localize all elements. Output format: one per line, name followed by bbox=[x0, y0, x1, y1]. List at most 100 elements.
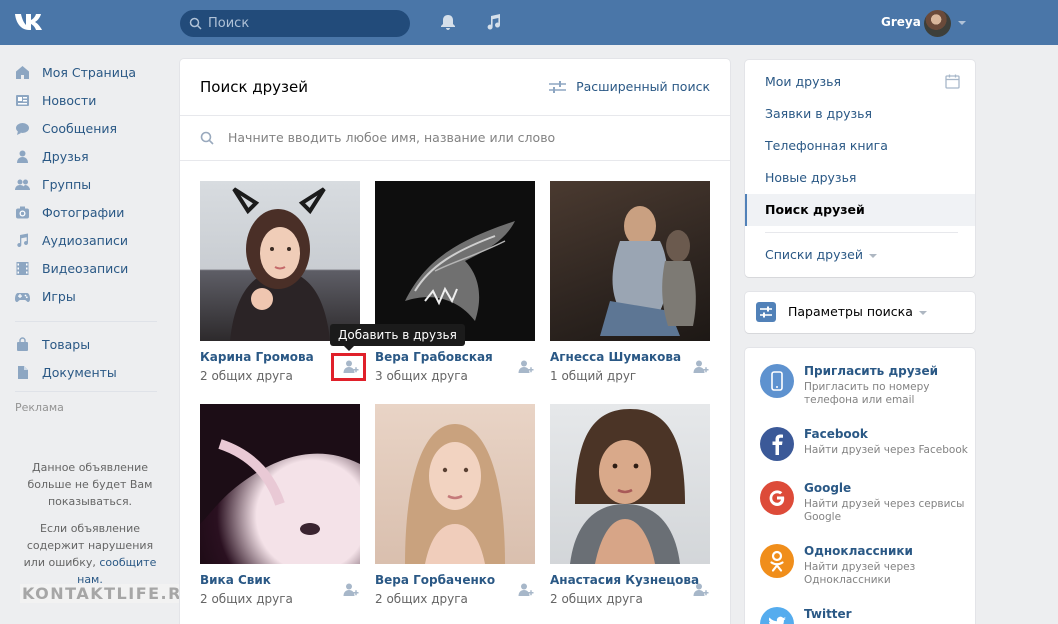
nav-label: Друзья bbox=[42, 149, 89, 164]
menu-friend-lists[interactable]: Списки друзей bbox=[765, 247, 877, 262]
friend-search-placeholder: Начните вводить любое имя, название или … bbox=[228, 130, 556, 145]
invite-friends-item[interactable]: Пригласить друзей Пригласить по номеру т… bbox=[760, 364, 970, 406]
nav-item-goods[interactable]: Товары bbox=[0, 330, 170, 358]
add-friend-icon[interactable] bbox=[518, 582, 534, 598]
nav-item-video[interactable]: Видеозаписи bbox=[0, 254, 170, 282]
mutual-friends[interactable]: 2 общих друга bbox=[550, 592, 643, 606]
nav-label: Видеозаписи bbox=[42, 261, 129, 276]
person-name[interactable]: Агнесса Шумакова bbox=[550, 350, 681, 364]
user-avatar[interactable] bbox=[924, 10, 951, 37]
mutual-friends[interactable]: 2 общих друга bbox=[375, 592, 468, 606]
ad-hidden-notice: Данное объявление больше не будет Вам по… bbox=[27, 461, 153, 508]
home-icon bbox=[16, 66, 29, 79]
user-name[interactable]: Greya bbox=[881, 15, 921, 29]
mutual-friends[interactable]: 1 общий друг bbox=[550, 369, 636, 383]
page-title: Поиск друзей bbox=[200, 78, 309, 96]
nav-item-friends[interactable]: Друзья bbox=[0, 142, 170, 170]
header-search-placeholder: Поиск bbox=[208, 16, 250, 31]
person-name[interactable]: Вера Грабовская bbox=[375, 350, 493, 364]
mutual-friends[interactable]: 2 общих друга bbox=[200, 592, 293, 606]
person-photo[interactable] bbox=[200, 181, 360, 341]
search-params-label: Параметры поиска bbox=[788, 304, 927, 319]
invite-title: Google bbox=[804, 481, 852, 495]
nav-item-documents[interactable]: Документы bbox=[0, 358, 170, 386]
mutual-friends[interactable]: 2 общих друга bbox=[200, 369, 293, 383]
person-photo[interactable] bbox=[550, 404, 710, 564]
import-friends-panel: Пригласить друзей Пригласить по номеру т… bbox=[745, 348, 975, 624]
person-card: Карина Громова 2 общих друга bbox=[200, 181, 360, 383]
person-name[interactable]: Вика Свик bbox=[200, 573, 271, 587]
menu-divider bbox=[765, 232, 958, 233]
add-friend-icon[interactable] bbox=[343, 582, 359, 598]
add-friend-icon[interactable] bbox=[518, 359, 534, 375]
person-name[interactable]: Карина Громова bbox=[200, 350, 314, 364]
twitter-item[interactable]: Twitter bbox=[760, 607, 970, 624]
nav-item-messages[interactable]: Сообщения bbox=[0, 114, 170, 142]
odnoklassniki-icon bbox=[760, 544, 794, 578]
nav-label: Сообщения bbox=[42, 121, 118, 136]
invite-title: Facebook bbox=[804, 427, 868, 441]
add-friend-icon[interactable] bbox=[693, 359, 709, 375]
mutual-friends[interactable]: 3 общих друга bbox=[375, 369, 468, 383]
nav-label: Моя Страница bbox=[42, 65, 136, 80]
menu-my-friends[interactable]: Мои друзья bbox=[765, 74, 841, 89]
friends-menu: Мои друзья Заявки в друзья Телефонная кн… bbox=[745, 60, 975, 277]
nav-label: Новости bbox=[42, 93, 97, 108]
advanced-search-button[interactable]: Расширенный поиск bbox=[549, 79, 710, 94]
nav-item-games[interactable]: Игры bbox=[0, 282, 170, 310]
top-bar: Поиск Greya bbox=[0, 0, 1058, 45]
person-card: Вера Горбаченко 2 общих друга bbox=[375, 404, 535, 606]
invite-subtitle: Найти друзей через Одноклассники bbox=[804, 561, 916, 586]
groups-icon bbox=[15, 179, 30, 190]
bell-icon[interactable] bbox=[439, 13, 457, 31]
person-photo[interactable] bbox=[200, 404, 360, 564]
camera-icon bbox=[16, 206, 29, 219]
add-friend-icon[interactable] bbox=[693, 582, 709, 598]
person-name[interactable]: Анастасия Кузнецова bbox=[550, 573, 699, 587]
nav-item-news[interactable]: Новости bbox=[0, 86, 170, 114]
search-icon bbox=[200, 131, 214, 145]
messages-icon bbox=[16, 123, 29, 135]
person-card: Вера Грабовская 3 общих друга bbox=[375, 181, 535, 383]
friends-icon bbox=[17, 150, 28, 163]
invite-title: Одноклассники bbox=[804, 544, 913, 558]
person-card: Агнесса Шумакова 1 общий друг bbox=[550, 181, 710, 383]
menu-friend-requests[interactable]: Заявки в друзья bbox=[765, 106, 872, 121]
vk-logo-icon[interactable] bbox=[14, 11, 48, 33]
nav-label: Документы bbox=[42, 365, 117, 380]
user-menu-chevron-icon[interactable] bbox=[958, 21, 966, 25]
person-card: Вика Свик 2 общих друга bbox=[200, 404, 360, 606]
search-params-button[interactable]: Параметры поиска bbox=[745, 292, 975, 333]
news-icon bbox=[16, 95, 29, 106]
nav-item-photos[interactable]: Фотографии bbox=[0, 198, 170, 226]
nav-divider bbox=[15, 321, 157, 322]
invite-title: Twitter bbox=[804, 607, 852, 621]
person-card: Анастасия Кузнецова 2 общих друга bbox=[550, 404, 710, 606]
nav-label: Аудиозаписи bbox=[42, 233, 128, 248]
music-note-icon[interactable] bbox=[485, 13, 503, 31]
ads-label[interactable]: Реклама bbox=[15, 401, 64, 414]
menu-find-friends[interactable]: Поиск друзей bbox=[745, 194, 975, 226]
nav-item-my-page[interactable]: Моя Страница bbox=[0, 58, 170, 86]
sliders-icon bbox=[549, 80, 567, 93]
gamepad-icon bbox=[15, 293, 30, 302]
nav-item-audio[interactable]: Аудиозаписи bbox=[0, 226, 170, 254]
nav-label: Игры bbox=[42, 289, 76, 304]
music-icon bbox=[17, 233, 28, 247]
facebook-icon bbox=[760, 427, 794, 461]
watermark: KONTAKTLIFE.RU bbox=[20, 584, 199, 603]
search-params-text: Параметры поиска bbox=[788, 304, 913, 319]
person-photo[interactable] bbox=[375, 404, 535, 564]
menu-phone-book[interactable]: Телефонная книга bbox=[765, 138, 888, 153]
calendar-icon[interactable] bbox=[945, 74, 960, 89]
facebook-item[interactable]: Facebook Найти друзей через Facebook bbox=[760, 427, 970, 467]
header-search-input[interactable]: Поиск bbox=[180, 10, 410, 37]
chevron-down-icon bbox=[868, 253, 877, 258]
person-name[interactable]: Вера Горбаченко bbox=[375, 573, 495, 587]
person-photo[interactable] bbox=[375, 181, 535, 341]
menu-new-friends[interactable]: Новые друзья bbox=[765, 170, 856, 185]
odnoklassniki-item[interactable]: Одноклассники Найти друзей через Однокла… bbox=[760, 544, 970, 586]
person-photo[interactable] bbox=[550, 181, 710, 341]
nav-item-groups[interactable]: Группы bbox=[0, 170, 170, 198]
google-item[interactable]: Google Найти друзей через сервисы Google bbox=[760, 481, 970, 523]
